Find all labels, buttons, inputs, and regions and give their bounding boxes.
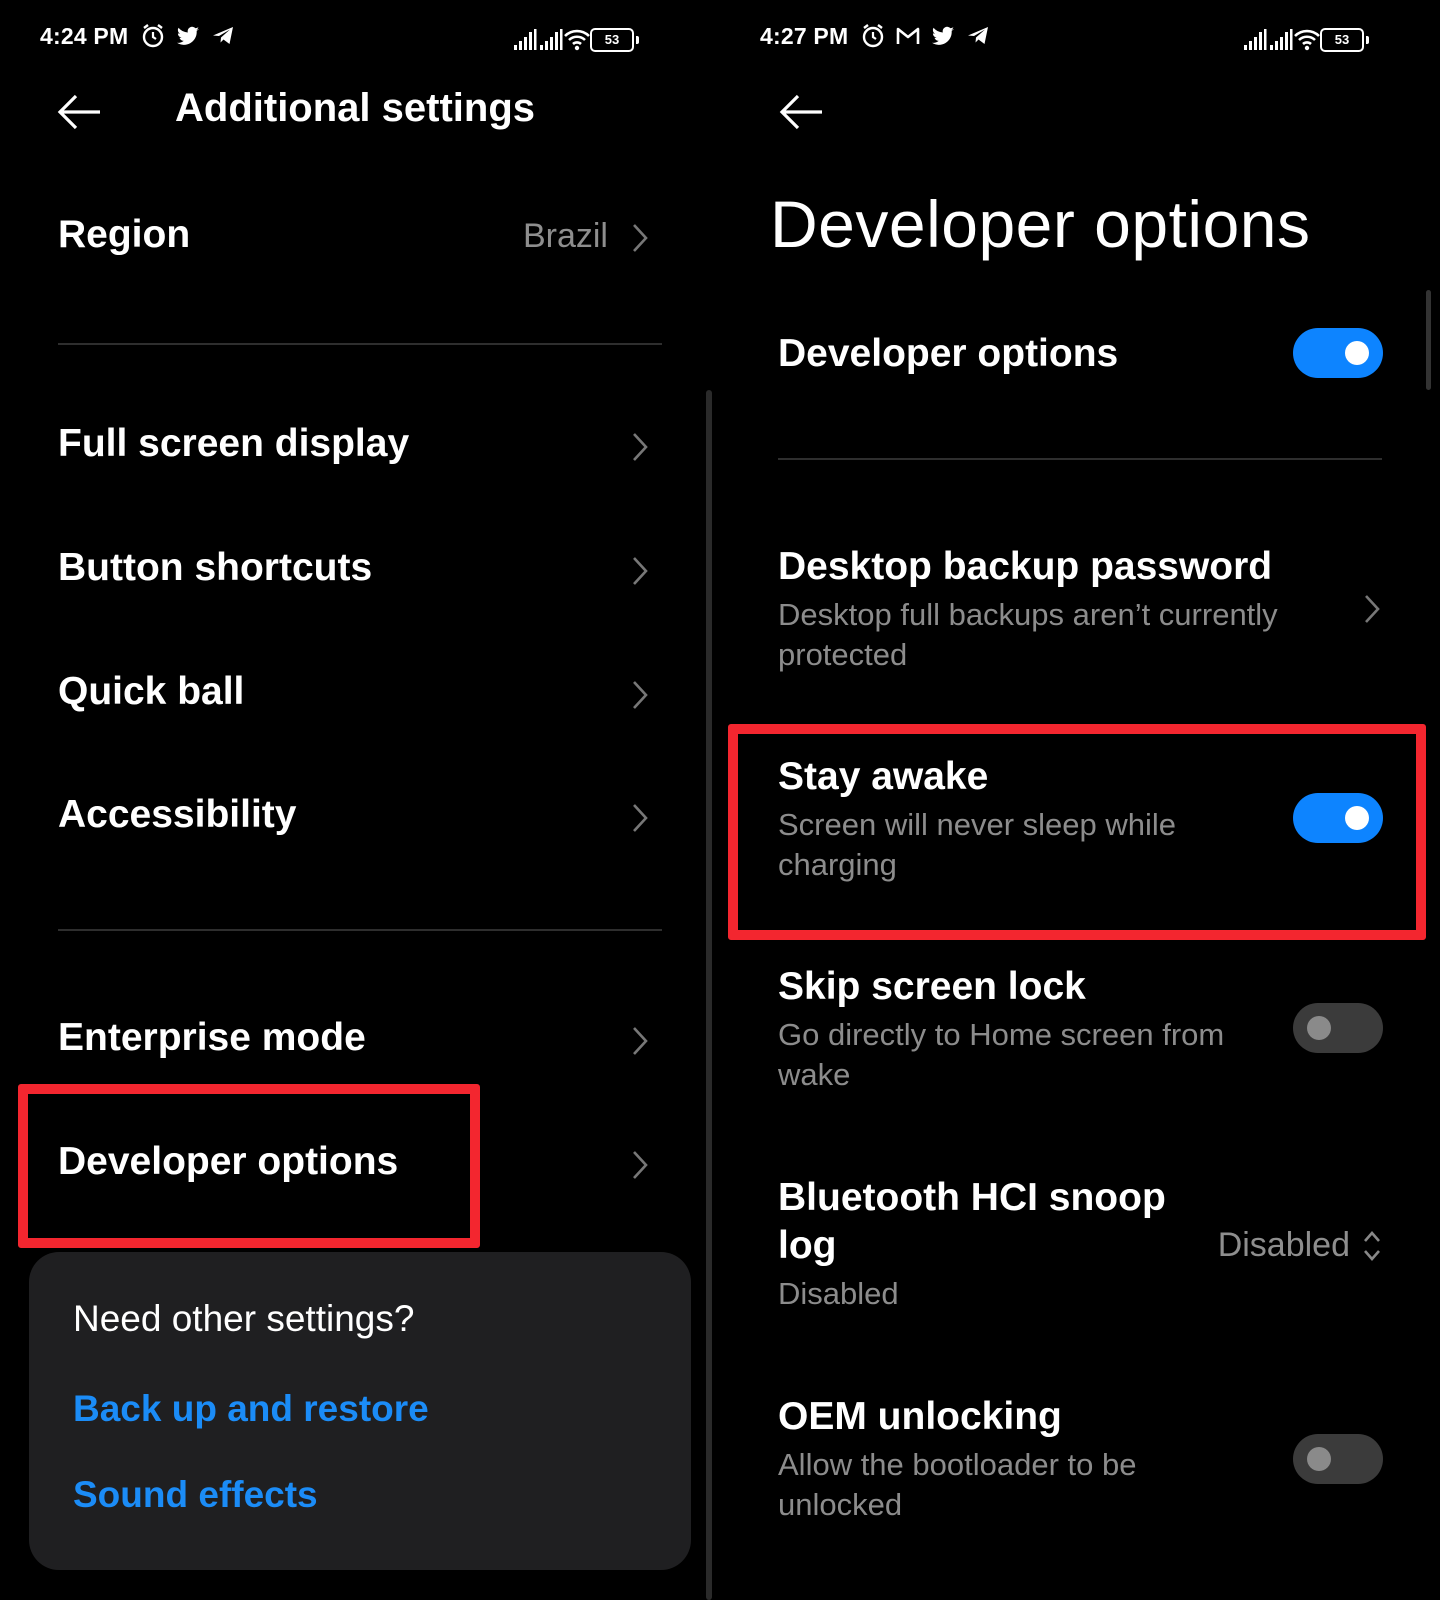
status-indicators: 53 xyxy=(512,20,639,60)
status-time: 4:27 PM xyxy=(760,22,849,49)
battery-icon: 53 xyxy=(1320,28,1369,52)
chevron-right-icon xyxy=(633,1027,648,1055)
status-bar: 4:27 PM xyxy=(760,16,991,56)
list-item-button-shortcuts[interactable]: Button shortcuts xyxy=(58,546,650,596)
oem-unlocking-switch[interactable] xyxy=(1293,1434,1383,1484)
list-item-label: Full screen display xyxy=(58,422,410,465)
setting-title: Developer options xyxy=(778,332,1119,375)
setting-title: Desktop backup password xyxy=(778,545,1273,588)
signal-icon xyxy=(514,29,537,50)
status-time: 4:24 PM xyxy=(40,22,129,49)
divider xyxy=(58,343,662,345)
status-bar: 4:24 PM xyxy=(40,16,236,56)
chevron-right-icon xyxy=(633,224,648,252)
chevron-right-icon xyxy=(633,804,648,832)
list-item-quick-ball[interactable]: Quick ball xyxy=(58,670,650,720)
chevron-right-icon xyxy=(1365,595,1380,623)
list-item-accessibility[interactable]: Accessibility xyxy=(58,793,650,843)
bluetooth-hci-dropdown[interactable]: Disabled xyxy=(1218,1226,1382,1265)
setting-title: OEM unlocking xyxy=(778,1395,1062,1438)
switch-knob xyxy=(1345,341,1369,365)
alarm-icon xyxy=(143,24,164,48)
setting-title: Bluetooth HCI snoop log xyxy=(778,1176,1166,1267)
twitter-icon xyxy=(177,26,200,45)
highlight-box xyxy=(18,1084,480,1248)
setting-subtitle: Allow the bootloader to be unlocked xyxy=(778,1447,1137,1522)
alarm-icon xyxy=(863,24,884,48)
region-label: Region xyxy=(58,213,191,256)
backup-restore-link[interactable]: Back up and restore xyxy=(73,1388,429,1430)
back-arrow-icon[interactable] xyxy=(56,92,102,132)
twitter-icon xyxy=(932,26,955,45)
signal-icon xyxy=(1244,29,1267,50)
region-row[interactable]: Region Brazil xyxy=(58,213,650,263)
telegram-icon xyxy=(213,27,234,44)
other-settings-card: Need other settings? Back up and restore… xyxy=(29,1252,691,1570)
setting-subtitle: Desktop full backups aren’t currently pr… xyxy=(778,597,1278,672)
skip-screen-lock-row[interactable]: Skip screen lock Go directly to Home scr… xyxy=(778,963,1378,1095)
desktop-backup-password-row[interactable]: Desktop backup password Desktop full bac… xyxy=(778,543,1378,675)
dropdown-value: Disabled xyxy=(1217,1226,1350,1264)
region-value: Brazil xyxy=(522,217,608,255)
wifi-icon xyxy=(564,29,590,51)
additional-settings-screen: 4:24 PM 53 Additional settings Region Br… xyxy=(0,0,708,1600)
wifi-icon xyxy=(1294,29,1320,51)
telegram-icon xyxy=(968,27,989,44)
developer-options-toggle-row[interactable]: Developer options xyxy=(778,330,1378,378)
switch-knob xyxy=(1307,1447,1331,1471)
chevron-up-down-icon xyxy=(1364,1230,1380,1261)
skip-screen-lock-switch[interactable] xyxy=(1293,1003,1383,1053)
sound-effects-link[interactable]: Sound effects xyxy=(73,1474,318,1516)
scrollbar[interactable] xyxy=(1426,290,1431,390)
oem-unlocking-row[interactable]: OEM unlocking Allow the bootloader to be… xyxy=(778,1393,1378,1525)
status-indicators: 53 xyxy=(1242,20,1369,60)
setting-subtitle: Disabled xyxy=(778,1276,899,1311)
list-item-full-screen-display[interactable]: Full screen display xyxy=(58,422,650,472)
signal-icon xyxy=(1270,29,1293,50)
switch-knob xyxy=(1307,1016,1331,1040)
setting-title: Skip screen lock xyxy=(778,965,1086,1008)
divider xyxy=(778,458,1382,460)
signal-icon xyxy=(540,29,563,50)
list-item-label: Accessibility xyxy=(58,793,297,836)
setting-subtitle: Go directly to Home screen from wake xyxy=(778,1017,1225,1092)
back-arrow-icon[interactable] xyxy=(778,92,824,132)
list-item-label: Enterprise mode xyxy=(58,1016,366,1059)
chevron-right-icon xyxy=(633,681,648,709)
page-title: Developer options xyxy=(770,187,1311,261)
page-title: Additional settings xyxy=(175,86,535,130)
chevron-right-icon xyxy=(633,1151,648,1179)
list-item-label: Quick ball xyxy=(58,670,245,713)
list-item-enterprise-mode[interactable]: Enterprise mode xyxy=(58,1016,650,1066)
developer-options-switch[interactable] xyxy=(1293,328,1383,378)
developer-options-screen: 4:27 PM 53 Developer options Developer o… xyxy=(720,0,1440,1600)
panel-divider xyxy=(706,390,712,1600)
battery-icon: 53 xyxy=(590,28,639,52)
highlight-box xyxy=(728,724,1426,940)
divider xyxy=(58,929,662,931)
chevron-right-icon xyxy=(633,557,648,585)
chevron-right-icon xyxy=(633,433,648,461)
gmail-icon xyxy=(897,27,920,44)
list-item-label: Button shortcuts xyxy=(58,546,373,589)
card-question: Need other settings? xyxy=(73,1298,415,1339)
